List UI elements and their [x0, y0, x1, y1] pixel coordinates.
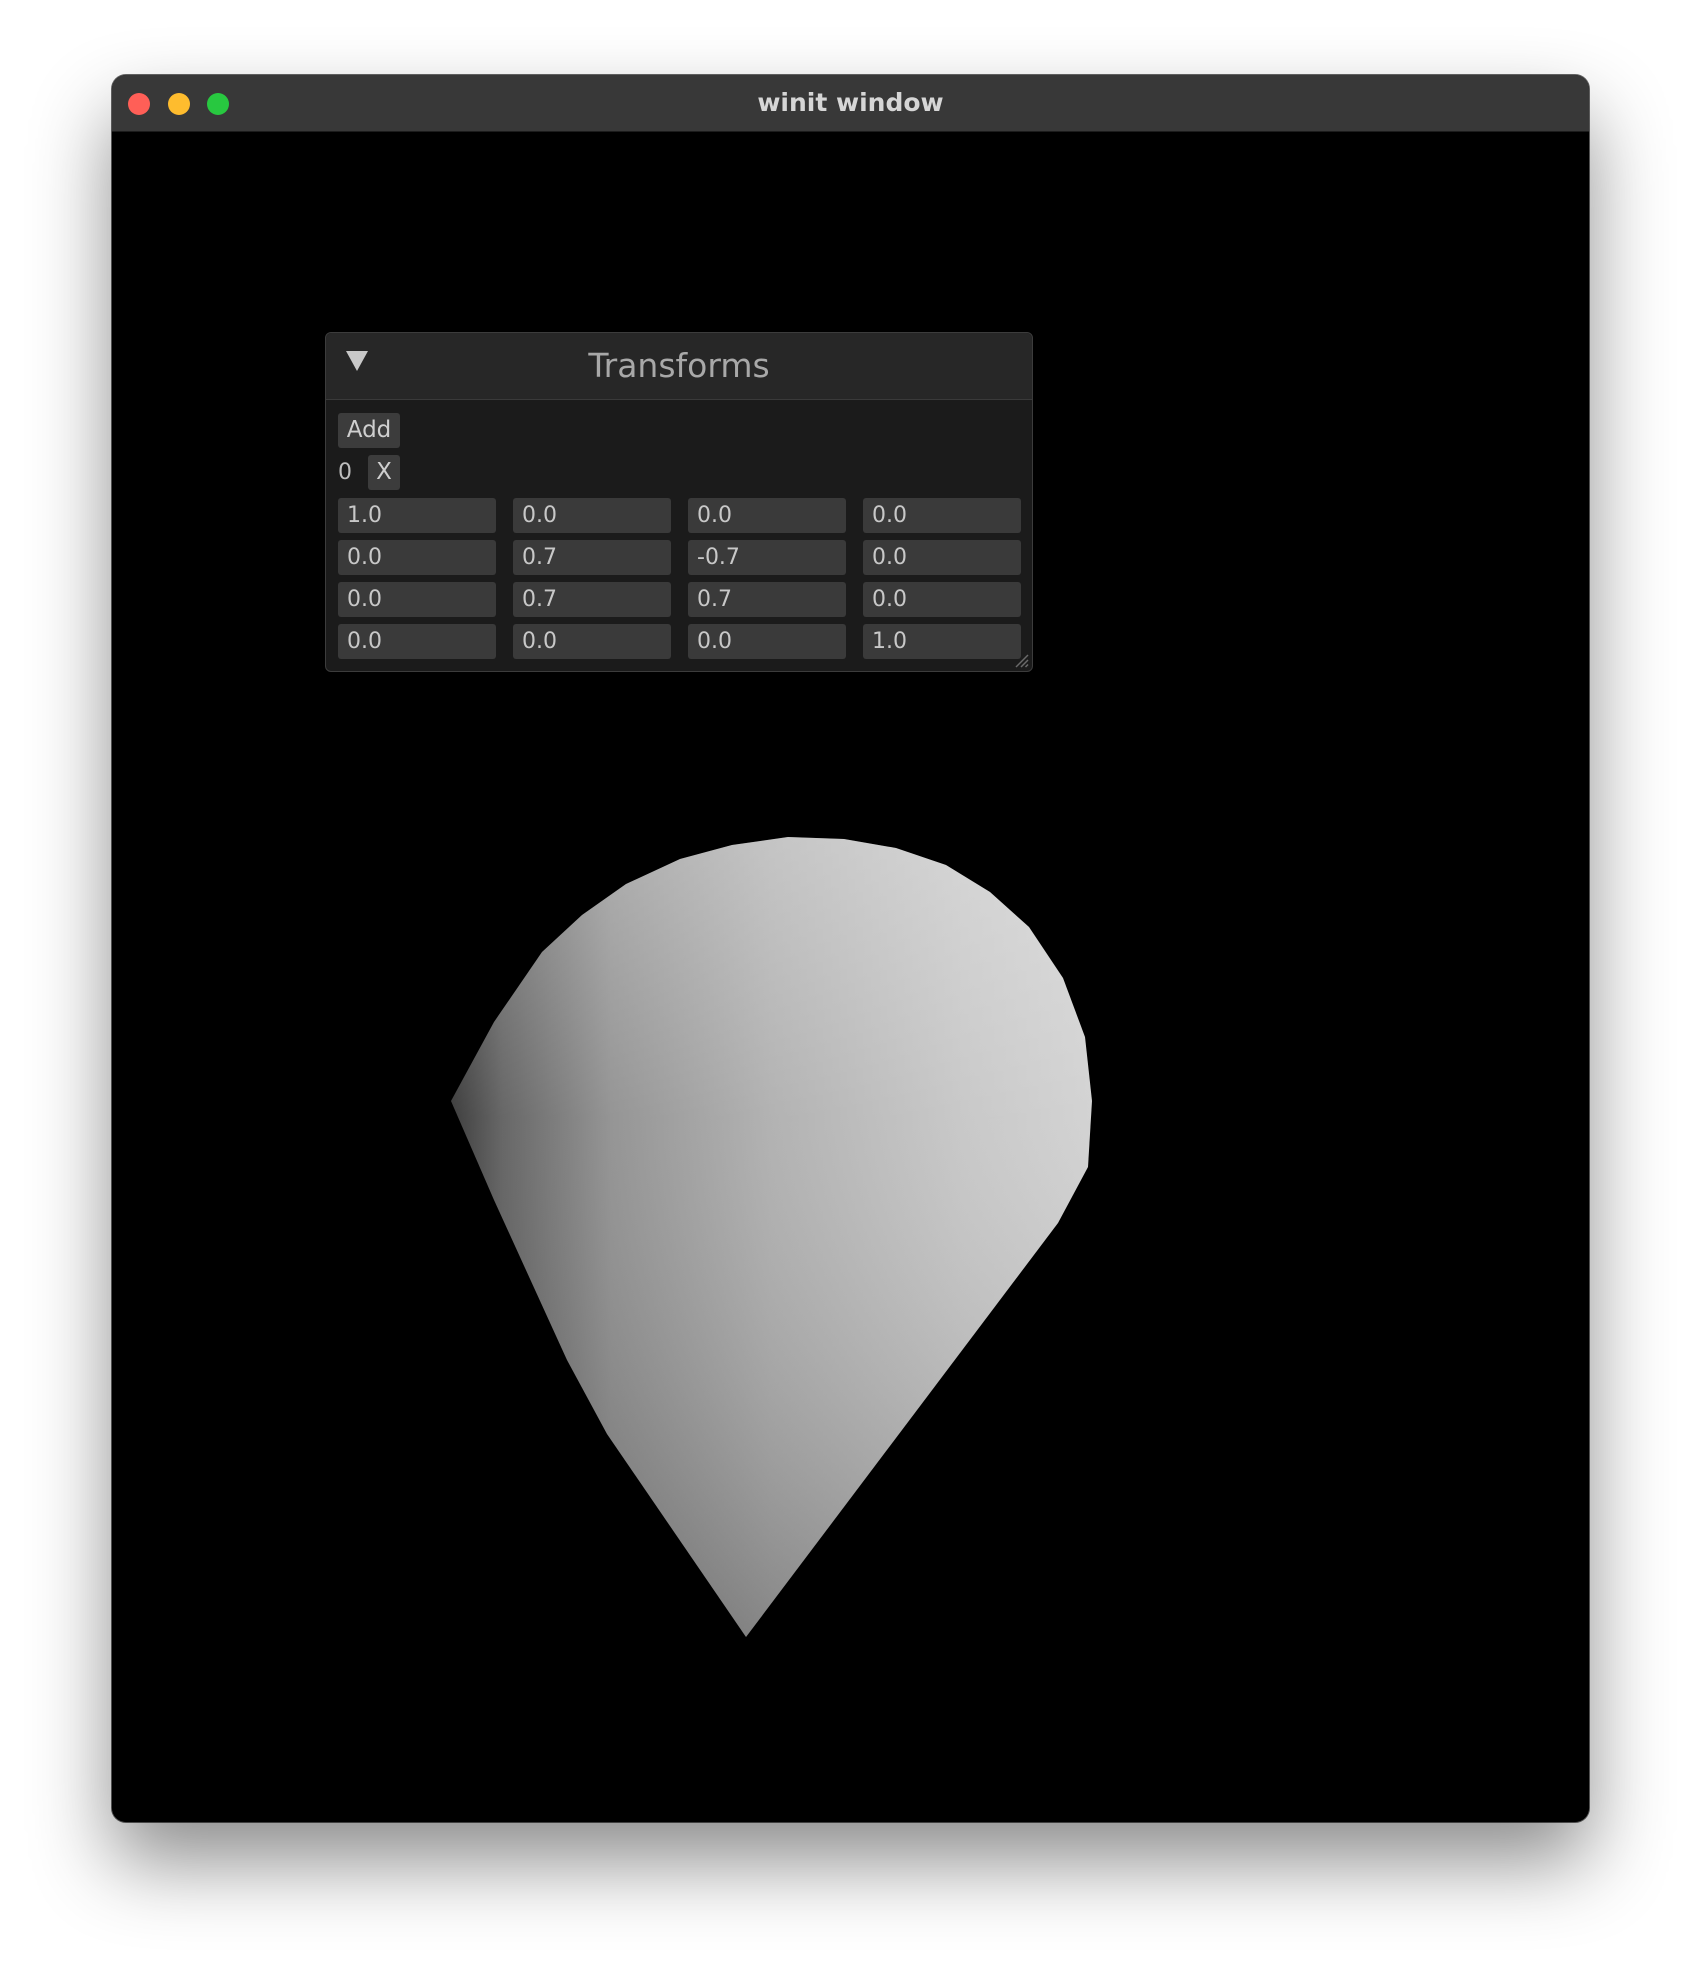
matrix-cell-0-2[interactable]: 0.0 — [688, 498, 846, 533]
transform-index-label: 0 — [338, 460, 352, 485]
matrix-cell-3-3[interactable]: 1.0 — [863, 624, 1021, 659]
matrix-cell-0-0[interactable]: 1.0 — [338, 498, 496, 533]
transforms-panel-header[interactable]: Transforms — [326, 333, 1032, 400]
app-window: winit window Transforms Add 0 X 1.0 0.0 … — [112, 75, 1589, 1822]
matrix-cell-1-1[interactable]: 0.7 — [513, 540, 671, 575]
matrix-cell-3-1[interactable]: 0.0 — [513, 624, 671, 659]
matrix-cell-1-0[interactable]: 0.0 — [338, 540, 496, 575]
remove-transform-button[interactable]: X — [368, 455, 400, 490]
panel-title: Transforms — [588, 346, 770, 385]
add-transform-button[interactable]: Add — [338, 413, 400, 448]
matrix-cell-1-2[interactable]: -0.7 — [688, 540, 846, 575]
matrix-cell-2-3[interactable]: 0.0 — [863, 582, 1021, 617]
matrix-cell-2-1[interactable]: 0.7 — [513, 582, 671, 617]
matrix-cell-2-0[interactable]: 0.0 — [338, 582, 496, 617]
matrix-cell-1-3[interactable]: 0.0 — [863, 540, 1021, 575]
matrix-cell-0-1[interactable]: 0.0 — [513, 498, 671, 533]
matrix-cell-3-2[interactable]: 0.0 — [688, 624, 846, 659]
matrix-cell-2-2[interactable]: 0.7 — [688, 582, 846, 617]
matrix-cell-0-3[interactable]: 0.0 — [863, 498, 1021, 533]
transforms-panel[interactable]: Transforms Add 0 X 1.0 0.0 0.0 0.0 0.0 0… — [325, 332, 1033, 672]
title-bar[interactable]: winit window — [112, 75, 1589, 132]
matrix-cell-3-0[interactable]: 0.0 — [338, 624, 496, 659]
render-canvas[interactable]: Transforms Add 0 X 1.0 0.0 0.0 0.0 0.0 0… — [112, 132, 1589, 1822]
window-title: winit window — [757, 88, 944, 117]
resize-grip-icon[interactable] — [1011, 650, 1029, 668]
